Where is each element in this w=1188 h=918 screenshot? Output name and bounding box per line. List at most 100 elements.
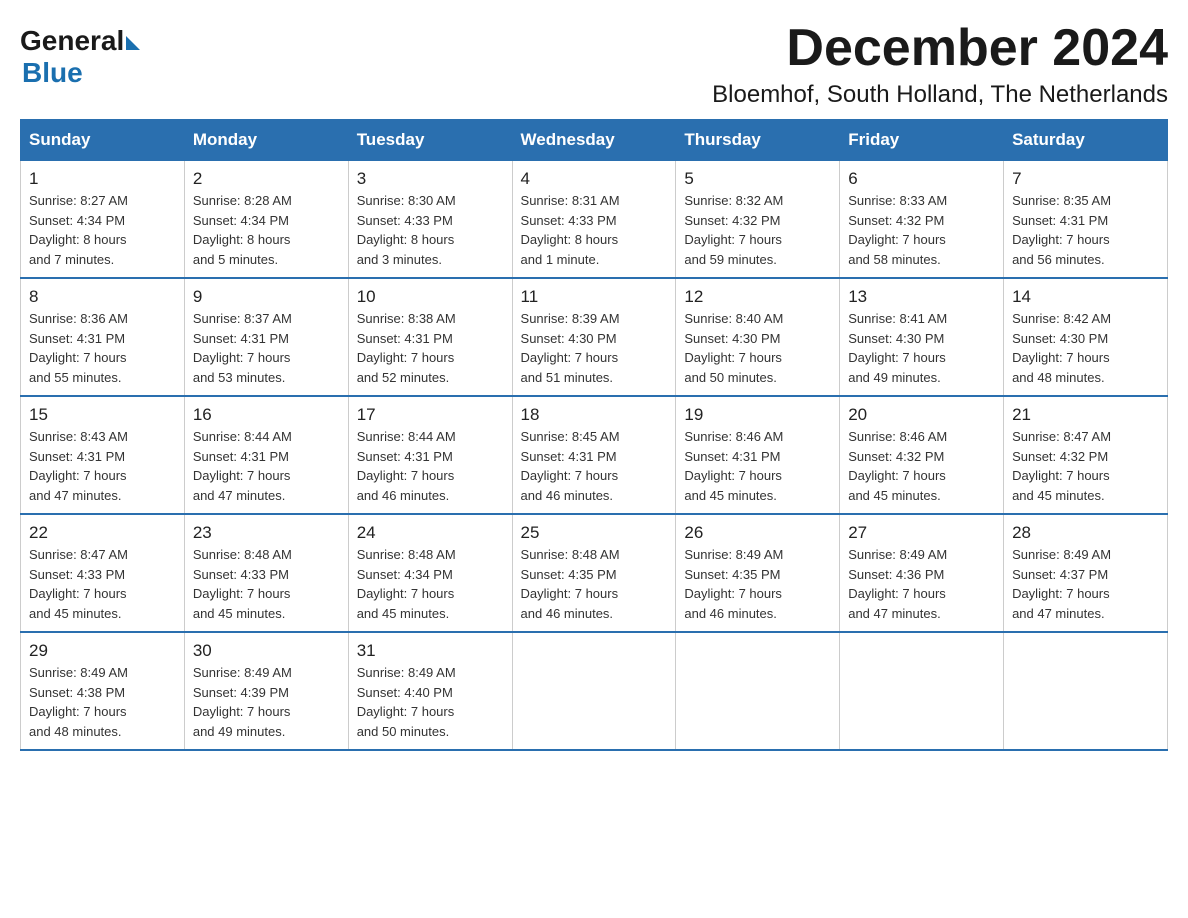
day-number: 7 — [1012, 169, 1159, 189]
weekday-header-tuesday: Tuesday — [348, 120, 512, 161]
day-number: 24 — [357, 523, 504, 543]
calendar-cell: 21 Sunrise: 8:47 AMSunset: 4:32 PMDaylig… — [1004, 396, 1168, 514]
calendar-cell: 4 Sunrise: 8:31 AMSunset: 4:33 PMDayligh… — [512, 161, 676, 279]
calendar-cell: 13 Sunrise: 8:41 AMSunset: 4:30 PMDaylig… — [840, 278, 1004, 396]
calendar-cell: 16 Sunrise: 8:44 AMSunset: 4:31 PMDaylig… — [184, 396, 348, 514]
calendar-cell: 29 Sunrise: 8:49 AMSunset: 4:38 PMDaylig… — [21, 632, 185, 750]
calendar-cell: 22 Sunrise: 8:47 AMSunset: 4:33 PMDaylig… — [21, 514, 185, 632]
day-number: 19 — [684, 405, 831, 425]
day-number: 2 — [193, 169, 340, 189]
calendar-cell: 15 Sunrise: 8:43 AMSunset: 4:31 PMDaylig… — [21, 396, 185, 514]
day-info: Sunrise: 8:45 AMSunset: 4:31 PMDaylight:… — [521, 427, 668, 505]
day-number: 1 — [29, 169, 176, 189]
calendar-cell: 23 Sunrise: 8:48 AMSunset: 4:33 PMDaylig… — [184, 514, 348, 632]
day-info: Sunrise: 8:44 AMSunset: 4:31 PMDaylight:… — [193, 427, 340, 505]
day-number: 30 — [193, 641, 340, 661]
day-info: Sunrise: 8:48 AMSunset: 4:33 PMDaylight:… — [193, 545, 340, 623]
day-number: 23 — [193, 523, 340, 543]
calendar-week-row: 22 Sunrise: 8:47 AMSunset: 4:33 PMDaylig… — [21, 514, 1168, 632]
day-info: Sunrise: 8:46 AMSunset: 4:32 PMDaylight:… — [848, 427, 995, 505]
day-info: Sunrise: 8:49 AMSunset: 4:38 PMDaylight:… — [29, 663, 176, 741]
calendar-cell: 3 Sunrise: 8:30 AMSunset: 4:33 PMDayligh… — [348, 161, 512, 279]
calendar-cell: 27 Sunrise: 8:49 AMSunset: 4:36 PMDaylig… — [840, 514, 1004, 632]
day-number: 26 — [684, 523, 831, 543]
weekday-header-monday: Monday — [184, 120, 348, 161]
day-info: Sunrise: 8:41 AMSunset: 4:30 PMDaylight:… — [848, 309, 995, 387]
day-info: Sunrise: 8:35 AMSunset: 4:31 PMDaylight:… — [1012, 191, 1159, 269]
calendar-cell: 19 Sunrise: 8:46 AMSunset: 4:31 PMDaylig… — [676, 396, 840, 514]
day-number: 22 — [29, 523, 176, 543]
day-number: 31 — [357, 641, 504, 661]
calendar-cell: 14 Sunrise: 8:42 AMSunset: 4:30 PMDaylig… — [1004, 278, 1168, 396]
page-header: General Blue December 2024 Bloemhof, Sou… — [20, 20, 1168, 109]
calendar-cell: 17 Sunrise: 8:44 AMSunset: 4:31 PMDaylig… — [348, 396, 512, 514]
calendar-cell: 25 Sunrise: 8:48 AMSunset: 4:35 PMDaylig… — [512, 514, 676, 632]
day-info: Sunrise: 8:32 AMSunset: 4:32 PMDaylight:… — [684, 191, 831, 269]
day-number: 15 — [29, 405, 176, 425]
logo: General Blue — [20, 20, 140, 89]
day-info: Sunrise: 8:30 AMSunset: 4:33 PMDaylight:… — [357, 191, 504, 269]
day-number: 21 — [1012, 405, 1159, 425]
day-info: Sunrise: 8:27 AMSunset: 4:34 PMDaylight:… — [29, 191, 176, 269]
day-number: 5 — [684, 169, 831, 189]
day-info: Sunrise: 8:36 AMSunset: 4:31 PMDaylight:… — [29, 309, 176, 387]
month-title: December 2024 — [712, 20, 1168, 77]
day-info: Sunrise: 8:42 AMSunset: 4:30 PMDaylight:… — [1012, 309, 1159, 387]
day-info: Sunrise: 8:47 AMSunset: 4:33 PMDaylight:… — [29, 545, 176, 623]
day-number: 11 — [521, 287, 668, 307]
day-info: Sunrise: 8:47 AMSunset: 4:32 PMDaylight:… — [1012, 427, 1159, 505]
day-number: 4 — [521, 169, 668, 189]
day-number: 6 — [848, 169, 995, 189]
calendar-cell: 30 Sunrise: 8:49 AMSunset: 4:39 PMDaylig… — [184, 632, 348, 750]
day-info: Sunrise: 8:33 AMSunset: 4:32 PMDaylight:… — [848, 191, 995, 269]
calendar-cell: 9 Sunrise: 8:37 AMSunset: 4:31 PMDayligh… — [184, 278, 348, 396]
calendar-cell — [512, 632, 676, 750]
day-number: 8 — [29, 287, 176, 307]
calendar-cell: 1 Sunrise: 8:27 AMSunset: 4:34 PMDayligh… — [21, 161, 185, 279]
calendar-cell — [1004, 632, 1168, 750]
day-info: Sunrise: 8:43 AMSunset: 4:31 PMDaylight:… — [29, 427, 176, 505]
day-info: Sunrise: 8:46 AMSunset: 4:31 PMDaylight:… — [684, 427, 831, 505]
day-number: 27 — [848, 523, 995, 543]
calendar-cell: 18 Sunrise: 8:45 AMSunset: 4:31 PMDaylig… — [512, 396, 676, 514]
day-number: 17 — [357, 405, 504, 425]
day-info: Sunrise: 8:31 AMSunset: 4:33 PMDaylight:… — [521, 191, 668, 269]
day-info: Sunrise: 8:49 AMSunset: 4:36 PMDaylight:… — [848, 545, 995, 623]
day-info: Sunrise: 8:28 AMSunset: 4:34 PMDaylight:… — [193, 191, 340, 269]
day-info: Sunrise: 8:48 AMSunset: 4:34 PMDaylight:… — [357, 545, 504, 623]
day-info: Sunrise: 8:44 AMSunset: 4:31 PMDaylight:… — [357, 427, 504, 505]
day-info: Sunrise: 8:37 AMSunset: 4:31 PMDaylight:… — [193, 309, 340, 387]
calendar-week-row: 1 Sunrise: 8:27 AMSunset: 4:34 PMDayligh… — [21, 161, 1168, 279]
calendar-week-row: 8 Sunrise: 8:36 AMSunset: 4:31 PMDayligh… — [21, 278, 1168, 396]
title-area: December 2024 Bloemhof, South Holland, T… — [712, 20, 1168, 109]
calendar-cell: 28 Sunrise: 8:49 AMSunset: 4:37 PMDaylig… — [1004, 514, 1168, 632]
calendar-cell: 26 Sunrise: 8:49 AMSunset: 4:35 PMDaylig… — [676, 514, 840, 632]
day-info: Sunrise: 8:48 AMSunset: 4:35 PMDaylight:… — [521, 545, 668, 623]
calendar-cell: 12 Sunrise: 8:40 AMSunset: 4:30 PMDaylig… — [676, 278, 840, 396]
weekday-header-friday: Friday — [840, 120, 1004, 161]
day-number: 12 — [684, 287, 831, 307]
calendar-cell: 20 Sunrise: 8:46 AMSunset: 4:32 PMDaylig… — [840, 396, 1004, 514]
day-number: 14 — [1012, 287, 1159, 307]
weekday-header-thursday: Thursday — [676, 120, 840, 161]
day-number: 16 — [193, 405, 340, 425]
weekday-header-sunday: Sunday — [21, 120, 185, 161]
calendar-week-row: 29 Sunrise: 8:49 AMSunset: 4:38 PMDaylig… — [21, 632, 1168, 750]
day-number: 13 — [848, 287, 995, 307]
location-title: Bloemhof, South Holland, The Netherlands — [712, 81, 1168, 109]
calendar-cell: 8 Sunrise: 8:36 AMSunset: 4:31 PMDayligh… — [21, 278, 185, 396]
calendar-cell — [676, 632, 840, 750]
calendar-cell: 10 Sunrise: 8:38 AMSunset: 4:31 PMDaylig… — [348, 278, 512, 396]
calendar-week-row: 15 Sunrise: 8:43 AMSunset: 4:31 PMDaylig… — [21, 396, 1168, 514]
calendar-cell: 11 Sunrise: 8:39 AMSunset: 4:30 PMDaylig… — [512, 278, 676, 396]
day-number: 10 — [357, 287, 504, 307]
day-number: 20 — [848, 405, 995, 425]
logo-blue-text: Blue — [22, 57, 83, 89]
calendar-cell: 31 Sunrise: 8:49 AMSunset: 4:40 PMDaylig… — [348, 632, 512, 750]
weekday-header-row: SundayMondayTuesdayWednesdayThursdayFrid… — [21, 120, 1168, 161]
logo-general-text: General — [20, 25, 124, 57]
day-info: Sunrise: 8:39 AMSunset: 4:30 PMDaylight:… — [521, 309, 668, 387]
day-info: Sunrise: 8:49 AMSunset: 4:37 PMDaylight:… — [1012, 545, 1159, 623]
day-number: 25 — [521, 523, 668, 543]
weekday-header-wednesday: Wednesday — [512, 120, 676, 161]
